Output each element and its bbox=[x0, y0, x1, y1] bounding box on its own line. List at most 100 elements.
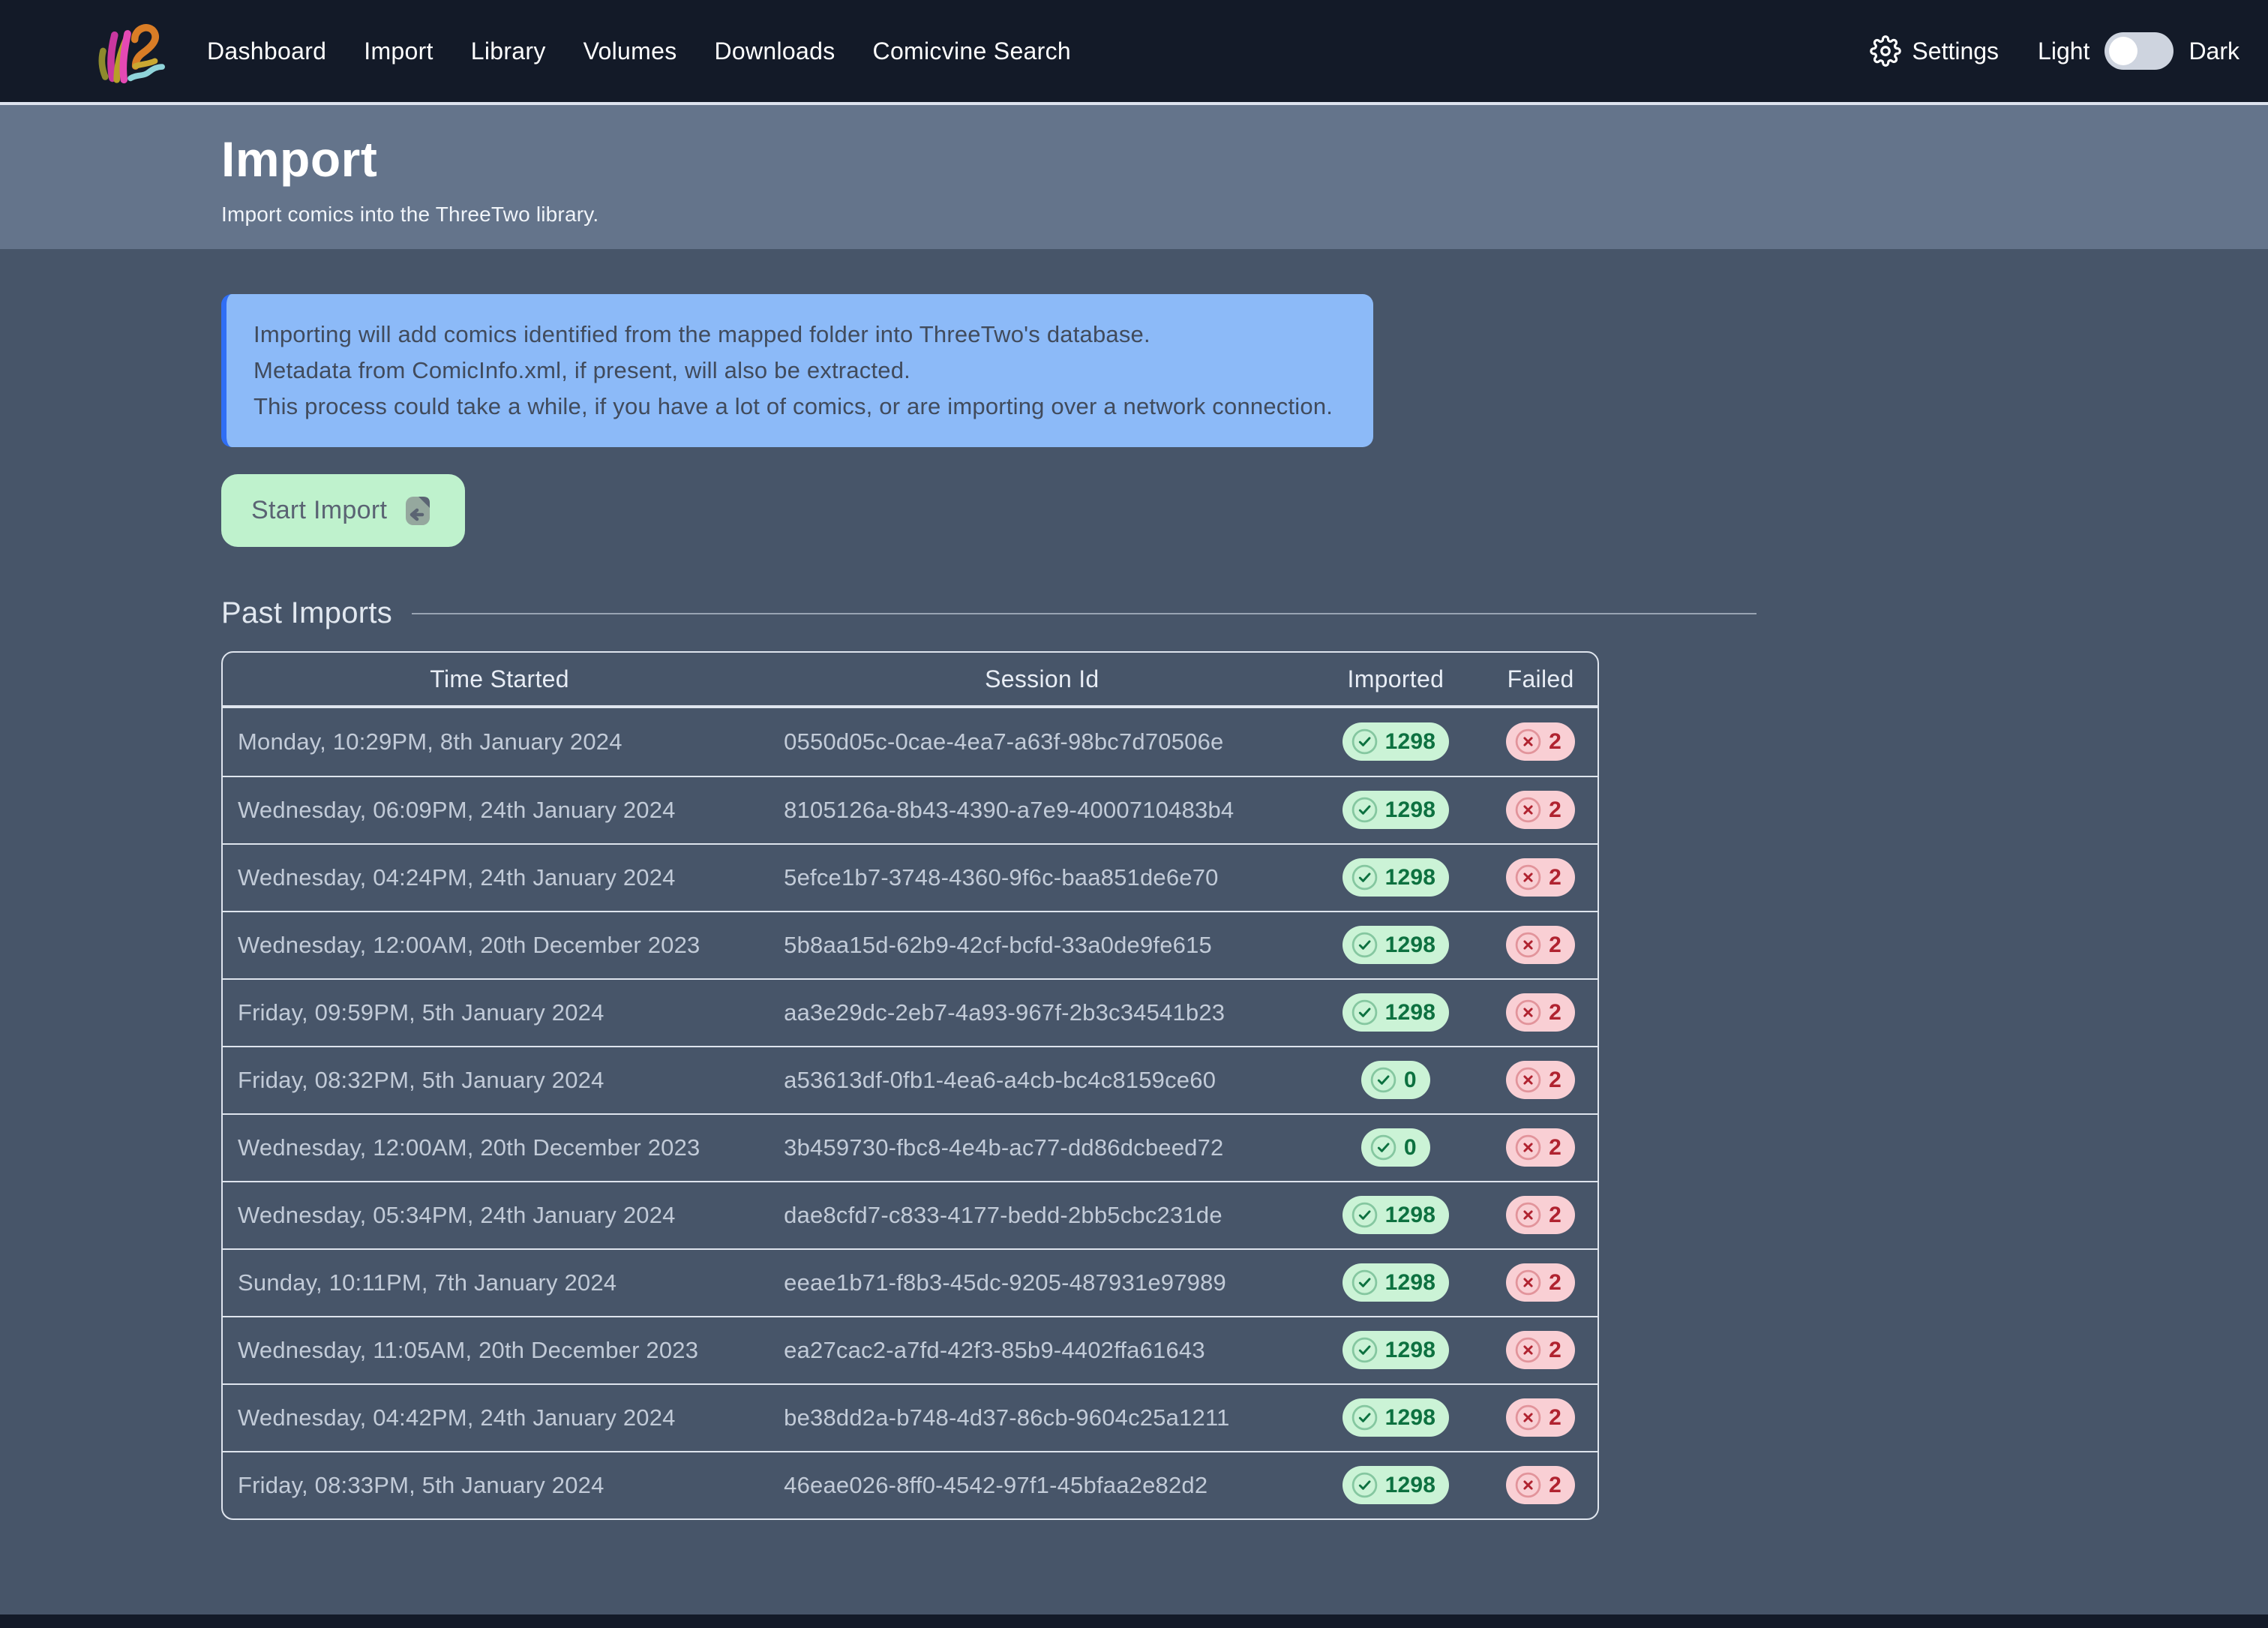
table-row[interactable]: Wednesday, 12:00AM, 20th December 2023 5… bbox=[223, 911, 1598, 978]
imported-badge: 1298 bbox=[1342, 858, 1450, 897]
circle-check-icon bbox=[1370, 1134, 1397, 1161]
page-subtitle: Import comics into the ThreeTwo library. bbox=[221, 203, 2268, 227]
table-row[interactable]: Friday, 08:33PM, 5th January 2024 46eae0… bbox=[223, 1451, 1598, 1518]
table-row[interactable]: Friday, 08:32PM, 5th January 2024 a53613… bbox=[223, 1046, 1598, 1113]
imported-count: 1298 bbox=[1385, 1473, 1436, 1498]
circle-x-icon bbox=[1514, 931, 1542, 959]
time-started-cell: Friday, 09:59PM, 5th January 2024 bbox=[223, 978, 776, 1046]
nav-links: Dashboard Import Library Volumes Downloa… bbox=[207, 38, 1071, 65]
start-import-button[interactable]: Start Import bbox=[221, 474, 465, 547]
imported-badge: 1298 bbox=[1342, 1263, 1450, 1302]
failed-badge: 2 bbox=[1506, 993, 1575, 1032]
circle-check-icon bbox=[1351, 1336, 1378, 1364]
nav-item-import[interactable]: Import bbox=[364, 38, 434, 65]
circle-check-icon bbox=[1351, 796, 1378, 824]
file-import-icon bbox=[400, 494, 435, 528]
imported-count: 0 bbox=[1404, 1135, 1417, 1161]
time-started-cell: Sunday, 10:11PM, 7th January 2024 bbox=[223, 1248, 776, 1316]
table-row[interactable]: Sunday, 10:11PM, 7th January 2024 eeae1b… bbox=[223, 1248, 1598, 1316]
time-started-cell: Wednesday, 12:00AM, 20th December 2023 bbox=[223, 1113, 776, 1181]
table-row[interactable]: Wednesday, 11:05AM, 20th December 2023 e… bbox=[223, 1316, 1598, 1383]
nav-item-dashboard[interactable]: Dashboard bbox=[207, 38, 326, 65]
session-id-cell: 0550d05c-0cae-4ea7-a63f-98bc7d70506e bbox=[776, 708, 1307, 776]
info-line: Importing will add comics identified fro… bbox=[254, 317, 1343, 353]
failed-badge: 2 bbox=[1506, 722, 1575, 761]
table-row[interactable]: Wednesday, 05:34PM, 24th January 2024 da… bbox=[223, 1181, 1598, 1248]
session-id-cell: a53613df-0fb1-4ea6-a4cb-bc4c8159ce60 bbox=[776, 1046, 1307, 1113]
theme-light-label: Light bbox=[2038, 38, 2090, 65]
theme-toggle-group: Light Dark bbox=[2038, 32, 2240, 70]
past-imports-table-body: Monday, 10:29PM, 8th January 2024 0550d0… bbox=[223, 708, 1598, 1518]
theme-toggle-switch[interactable] bbox=[2104, 32, 2174, 70]
circle-x-icon bbox=[1514, 1471, 1542, 1499]
circle-x-icon bbox=[1514, 1336, 1542, 1364]
circle-check-icon bbox=[1351, 1471, 1378, 1499]
circle-check-icon bbox=[1351, 1201, 1378, 1229]
circle-check-icon bbox=[1351, 1404, 1378, 1431]
info-line: This process could take a while, if you … bbox=[254, 389, 1343, 425]
table-row[interactable]: Wednesday, 06:09PM, 24th January 2024 81… bbox=[223, 776, 1598, 843]
failed-badge: 2 bbox=[1506, 1398, 1575, 1437]
imported-badge: 1298 bbox=[1342, 1196, 1450, 1234]
circle-check-icon bbox=[1351, 1269, 1378, 1296]
failed-count: 2 bbox=[1549, 729, 1562, 755]
circle-check-icon bbox=[1351, 999, 1378, 1026]
time-started-cell: Monday, 10:29PM, 8th January 2024 bbox=[223, 708, 776, 776]
table-row[interactable]: Wednesday, 12:00AM, 20th December 2023 3… bbox=[223, 1113, 1598, 1181]
failed-count: 2 bbox=[1549, 1473, 1562, 1498]
time-started-cell: Friday, 08:33PM, 5th January 2024 bbox=[223, 1451, 776, 1518]
circle-check-icon bbox=[1351, 728, 1378, 755]
imported-count: 1298 bbox=[1385, 797, 1436, 823]
failed-count: 2 bbox=[1549, 1405, 1562, 1431]
circle-x-icon bbox=[1514, 1066, 1542, 1094]
imported-badge: 1298 bbox=[1342, 993, 1450, 1032]
session-id-cell: 3b459730-fbc8-4e4b-ac77-dd86dcbeed72 bbox=[776, 1113, 1307, 1181]
column-header-session-id: Session Id bbox=[776, 653, 1307, 708]
table-row[interactable]: Wednesday, 04:24PM, 24th January 2024 5e… bbox=[223, 843, 1598, 911]
failed-count: 2 bbox=[1549, 1270, 1562, 1296]
circle-x-icon bbox=[1514, 796, 1542, 824]
table-row[interactable]: Friday, 09:59PM, 5th January 2024 aa3e29… bbox=[223, 978, 1598, 1046]
failed-count: 2 bbox=[1549, 1135, 1562, 1161]
failed-badge: 2 bbox=[1506, 1061, 1575, 1099]
main-content: Importing will add comics identified fro… bbox=[0, 249, 2268, 1614]
imported-count: 0 bbox=[1404, 1068, 1417, 1093]
imported-badge: 1298 bbox=[1342, 722, 1450, 761]
threetwo-logo-icon[interactable] bbox=[93, 12, 165, 90]
session-id-cell: 5b8aa15d-62b9-42cf-bcfd-33a0de9fe615 bbox=[776, 911, 1307, 978]
failed-badge: 2 bbox=[1506, 1128, 1575, 1167]
table-row[interactable]: Monday, 10:29PM, 8th January 2024 0550d0… bbox=[223, 708, 1598, 776]
imported-badge: 1298 bbox=[1342, 1466, 1450, 1504]
circle-x-icon bbox=[1514, 864, 1542, 891]
table-row[interactable]: Wednesday, 04:42PM, 24th January 2024 be… bbox=[223, 1383, 1598, 1451]
session-id-cell: dae8cfd7-c833-4177-bedd-2bb5cbc231de bbox=[776, 1181, 1307, 1248]
settings-label: Settings bbox=[1912, 38, 1999, 65]
past-imports-section-head: Past Imports bbox=[221, 596, 1756, 630]
info-line: Metadata from ComicInfo.xml, if present,… bbox=[254, 353, 1343, 389]
nav-item-library[interactable]: Library bbox=[471, 38, 546, 65]
failed-badge: 2 bbox=[1506, 926, 1575, 964]
nav-item-downloads[interactable]: Downloads bbox=[715, 38, 836, 65]
settings-button[interactable]: Settings bbox=[1870, 35, 1999, 67]
imported-count: 1298 bbox=[1385, 1270, 1436, 1296]
failed-count: 2 bbox=[1549, 933, 1562, 958]
imported-badge: 0 bbox=[1361, 1061, 1430, 1099]
nav-item-volumes[interactable]: Volumes bbox=[584, 38, 677, 65]
toggle-knob bbox=[2109, 37, 2138, 65]
imported-count: 1298 bbox=[1385, 1000, 1436, 1026]
nav-item-comicvine-search[interactable]: Comicvine Search bbox=[873, 38, 1071, 65]
failed-count: 2 bbox=[1549, 1338, 1562, 1363]
imported-badge: 0 bbox=[1361, 1128, 1430, 1167]
session-id-cell: 8105126a-8b43-4390-a7e9-4000710483b4 bbox=[776, 776, 1307, 843]
imported-count: 1298 bbox=[1385, 1405, 1436, 1431]
session-id-cell: be38dd2a-b748-4d37-86cb-9604c25a1211 bbox=[776, 1383, 1307, 1451]
session-id-cell: ea27cac2-a7fd-42f3-85b9-4402ffa61643 bbox=[776, 1316, 1307, 1383]
past-imports-table: Time Started Session Id Imported Failed … bbox=[221, 651, 1599, 1520]
import-info-callout: Importing will add comics identified fro… bbox=[221, 294, 1373, 447]
imported-count: 1298 bbox=[1385, 933, 1436, 958]
failed-badge: 2 bbox=[1506, 1196, 1575, 1234]
navbar-right: Settings Light Dark bbox=[1870, 32, 2240, 70]
column-header-imported: Imported bbox=[1308, 653, 1484, 708]
page-header: Import Import comics into the ThreeTwo l… bbox=[0, 105, 2268, 249]
failed-count: 2 bbox=[1549, 1000, 1562, 1026]
